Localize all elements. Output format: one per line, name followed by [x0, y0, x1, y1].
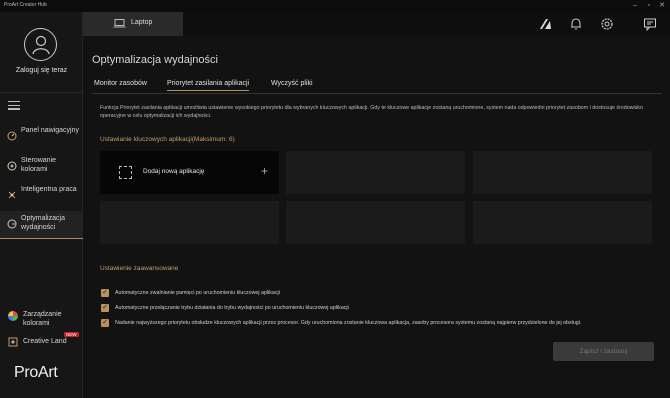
- feature-description: Funkcja Priorytet zasilania aplikacji um…: [100, 105, 643, 119]
- smart-work-icon: [8, 191, 16, 199]
- nav-item-label: Sterowanie kolorami: [21, 157, 57, 173]
- nav-item-creative-land[interactable]: Creative Land NEW: [0, 332, 83, 354]
- app-slot: [286, 151, 465, 194]
- nav-item-label: Zarządzanie kolorami: [23, 311, 62, 327]
- divider: [0, 92, 83, 93]
- nav-item-label: Creative Land: [23, 338, 67, 345]
- proart-logo: ProArt: [14, 364, 58, 381]
- feedback-icon[interactable]: [643, 17, 657, 31]
- user-icon: [32, 35, 50, 55]
- creative-land-icon: [8, 337, 18, 347]
- tab-clean-files[interactable]: Wyczyść pliki: [271, 80, 313, 87]
- close-button[interactable]: ✕: [657, 1, 667, 11]
- key-apps-heading: Ustawianie kluczowych aplikacji(Maksimum…: [100, 136, 235, 143]
- bell-icon[interactable]: [569, 17, 583, 31]
- dashboard-icon: [7, 131, 17, 141]
- title-bar: ProArt Creator Hub – ▫ ✕: [0, 0, 670, 12]
- top-bar: Laptop: [83, 12, 670, 36]
- sidebar: Zaloguj się teraz Panel nawigacyjny Ster…: [0, 12, 83, 398]
- tab-resource-monitor[interactable]: Monitor zasobów: [94, 80, 147, 87]
- app-slot: [286, 201, 465, 244]
- option-label: Nadanie najwyższego priorytetu obsłudze …: [115, 320, 582, 326]
- gear-icon[interactable]: [600, 17, 614, 31]
- add-app-slot[interactable]: Dodaj nową aplikację +: [100, 151, 279, 194]
- page-title: Optymalizacja wydajności: [92, 54, 218, 66]
- color-control-icon: [7, 161, 17, 171]
- proart-logo-icon: [540, 19, 551, 29]
- app-slot: [473, 151, 652, 194]
- nav-item-color-management[interactable]: Zarządzanie kolorami: [0, 307, 83, 327]
- menu-icon[interactable]: [8, 101, 20, 112]
- main-content: Optymalizacja wydajności Monitor zasobów…: [83, 36, 670, 398]
- tab-app-power-priority[interactable]: Priorytet zasilania aplikacji: [167, 80, 250, 91]
- plus-icon: +: [261, 164, 269, 178]
- nav-item-label: Optymalizacja wydajności: [21, 215, 65, 231]
- advanced-settings-heading: Ustawienie zaawansowane: [100, 265, 179, 272]
- laptop-icon: [113, 19, 126, 28]
- release-memory-checkbox[interactable]: ✓: [101, 289, 109, 297]
- nav-item-smart-work[interactable]: Inteligentna praca: [0, 182, 83, 210]
- app-slot: [100, 201, 279, 244]
- nav-item-label: Panel nawigacyjny: [21, 127, 79, 134]
- nav-item-dashboard[interactable]: Panel nawigacyjny: [0, 123, 83, 151]
- minimize-button[interactable]: –: [630, 1, 640, 11]
- nav-item-performance[interactable]: Optymalizacja wydajności: [0, 211, 83, 239]
- new-badge: NEW: [64, 332, 79, 337]
- window-title: ProArt Creator Hub: [4, 2, 47, 8]
- device-label: Laptop: [131, 19, 153, 26]
- color-wheel-icon: [8, 311, 18, 321]
- cpu-priority-checkbox[interactable]: ✓: [101, 319, 109, 327]
- performance-mode-checkbox[interactable]: ✓: [101, 304, 109, 312]
- add-app-icon: [119, 166, 132, 179]
- performance-icon: [7, 219, 17, 229]
- maximize-button[interactable]: ▫: [644, 1, 654, 11]
- add-app-label: Dodaj nową aplikację: [143, 168, 205, 175]
- app-slot: [473, 201, 652, 244]
- device-tab[interactable]: Laptop: [83, 12, 183, 36]
- login-link[interactable]: Zaloguj się teraz: [0, 67, 83, 74]
- option-label: Automatyczne przełączanie trybu działani…: [115, 305, 349, 311]
- avatar[interactable]: [24, 28, 57, 61]
- save-apply-button[interactable]: Zapisz i zastosuj: [553, 342, 654, 361]
- nav-item-label: Inteligentna praca: [21, 186, 77, 193]
- option-label: Automatyczne zwalnianie pamięci po uruch…: [115, 290, 280, 296]
- tab-bar: Monitor zasobów Priorytet zasilania apli…: [92, 79, 662, 94]
- nav-item-color-control[interactable]: Sterowanie kolorami: [0, 153, 83, 181]
